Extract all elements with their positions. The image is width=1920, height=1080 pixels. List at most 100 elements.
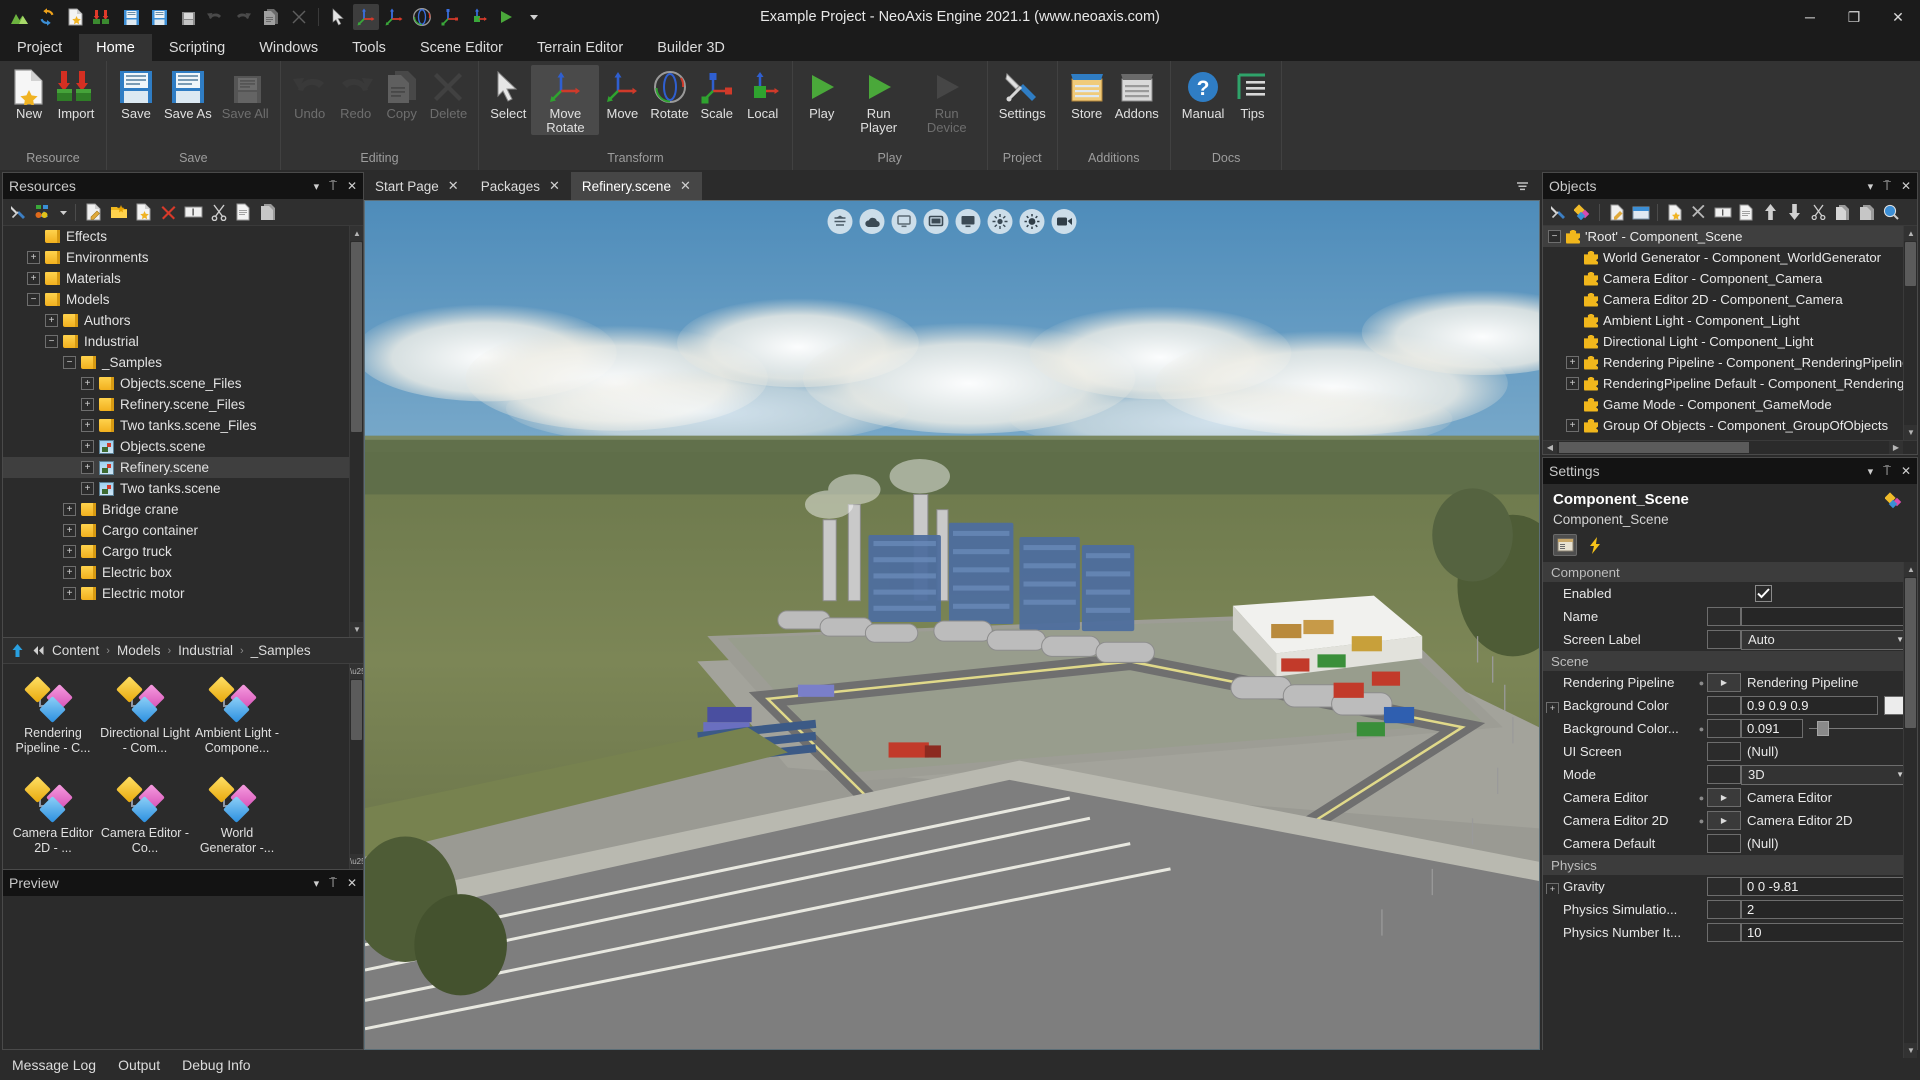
expand-icon[interactable]: +: [27, 272, 40, 285]
scene-viewport[interactable]: [364, 200, 1540, 1050]
ribbon-button-rotate[interactable]: Rotate: [645, 65, 693, 121]
save-all-icon[interactable]: [174, 4, 200, 30]
object-tree-item[interactable]: Camera Editor 2D - Component_Camera: [1543, 289, 1917, 310]
object-tree-item[interactable]: + Rendering Pipeline - Component_Renderin…: [1543, 352, 1917, 373]
document-tab-close-icon[interactable]: ✕: [448, 178, 459, 194]
collapse-icon[interactable]: −: [63, 356, 76, 369]
property-reference-button[interactable]: ▶: [1707, 811, 1741, 830]
new-resource-icon[interactable]: [1663, 201, 1686, 223]
rename-icon[interactable]: [1711, 201, 1734, 223]
objects-tree[interactable]: − 'Root' - Component_Scene World Generator…: [1543, 226, 1917, 454]
ribbon-button-save-as[interactable]: Save As: [159, 65, 217, 121]
move-rotate-gizmo-icon[interactable]: [353, 4, 379, 30]
scale-gizmo-icon[interactable]: [437, 4, 463, 30]
ribbon-button-scale[interactable]: Scale: [694, 65, 740, 121]
resource-tree-item[interactable]: + Two tanks.scene: [3, 478, 363, 499]
cut-scissors-icon[interactable]: [1807, 201, 1830, 223]
copy-icon[interactable]: [1735, 201, 1758, 223]
move-down-icon[interactable]: [1783, 201, 1806, 223]
ribbon-button-store[interactable]: Store: [1064, 65, 1110, 121]
new-window-icon[interactable]: [1629, 201, 1652, 223]
panel-pin-button[interactable]: ⍑: [329, 178, 337, 194]
property-slot[interactable]: [1707, 923, 1741, 942]
expand-icon[interactable]: +: [63, 503, 76, 516]
property-slot[interactable]: [1707, 719, 1741, 738]
ribbon-tab-terrain-editor[interactable]: Terrain Editor: [520, 34, 640, 61]
expand-icon[interactable]: +: [27, 251, 40, 264]
property-combobox[interactable]: Auto ▼: [1741, 629, 1911, 650]
resources-tree-scrollbar[interactable]: ▲ ▼: [349, 226, 363, 637]
resource-tree-item[interactable]: + Cargo truck: [3, 541, 363, 562]
resource-tree-item[interactable]: + Cargo container: [3, 520, 363, 541]
preview-viewport[interactable]: [3, 896, 363, 1049]
resources-tree[interactable]: Effects + Environments + Materials − Models + Au…: [3, 226, 363, 637]
expand-icon[interactable]: +: [63, 524, 76, 537]
cut-scissors-icon[interactable]: [207, 201, 230, 223]
ribbon-button-play[interactable]: Play: [799, 65, 845, 121]
properties-icon[interactable]: [1553, 534, 1577, 556]
resource-tree-item[interactable]: + Refinery.scene_Files: [3, 394, 363, 415]
duplicate-icon[interactable]: [1831, 201, 1854, 223]
monitor-small-icon[interactable]: [891, 209, 917, 234]
scroll-up-arrow[interactable]: ▲: [350, 226, 363, 241]
property-text-field[interactable]: 0.9 0.9 0.9: [1741, 696, 1878, 715]
panel-close-button[interactable]: ✕: [1901, 179, 1911, 193]
wrench-icon[interactable]: [1547, 201, 1570, 223]
ribbon-button-settings[interactable]: Settings: [994, 65, 1051, 121]
search-globe-icon[interactable]: [1879, 201, 1902, 223]
breadcrumb-item[interactable]: _Samples: [251, 643, 311, 658]
scroll-down-arrow[interactable]: ▼: [1904, 425, 1917, 440]
scroll-thumb[interactable]: [351, 242, 362, 432]
document-tab-refinery-scene[interactable]: Refinery.scene ✕: [570, 172, 702, 200]
panel-pin-button[interactable]: ⍑: [329, 875, 337, 891]
document-tab-close-icon[interactable]: ✕: [549, 178, 560, 194]
wrench-icon[interactable]: [7, 201, 30, 223]
minimize-button[interactable]: ─: [1788, 0, 1832, 34]
resource-tree-item[interactable]: + Refinery.scene: [3, 457, 363, 478]
maximize-button[interactable]: ❐: [1832, 0, 1876, 34]
expand-icon[interactable]: +: [81, 377, 94, 390]
ribbon-tab-home[interactable]: Home: [79, 34, 152, 61]
properties-list[interactable]: Component Enabled Name Screen Label Auto ▼ Sce…: [1543, 562, 1917, 1058]
overflow-icon[interactable]: [521, 4, 547, 30]
rename-icon[interactable]: [182, 201, 205, 223]
document-tab-packages[interactable]: Packages ✕: [470, 172, 571, 200]
breadcrumb-item[interactable]: Models: [117, 643, 161, 658]
properties-scrollbar[interactable]: ▲ ▼: [1903, 562, 1917, 1058]
display-icon[interactable]: [955, 209, 981, 234]
panel-close-button[interactable]: ✕: [347, 876, 357, 890]
resource-tree-item[interactable]: + Two tanks.scene_Files: [3, 415, 363, 436]
property-reference-button[interactable]: ▶: [1707, 673, 1741, 692]
panel-pin-button[interactable]: ⍑: [1883, 463, 1891, 479]
panel-pin-button[interactable]: ⍑: [1883, 178, 1891, 194]
scroll-up-arrow[interactable]: ▲: [1904, 562, 1917, 577]
status-bar-item-message-log[interactable]: Message Log: [12, 1057, 96, 1073]
property-text-field[interactable]: 0.091: [1741, 719, 1803, 738]
property-slot[interactable]: [1707, 696, 1741, 715]
save-icon[interactable]: [118, 4, 144, 30]
scroll-thumb[interactable]: [351, 680, 362, 740]
property-slot[interactable]: [1707, 877, 1741, 896]
ribbon-tab-scene-editor[interactable]: Scene Editor: [403, 34, 520, 61]
delete-x-icon[interactable]: [1687, 201, 1710, 223]
asset-thumbnail[interactable]: Ambient Light - Compone...: [191, 670, 283, 770]
asset-grid-scrollbar[interactable]: \u25b2 \u25bc: [349, 664, 363, 869]
ribbon-button-move-rotate[interactable]: Move Rotate: [531, 65, 600, 135]
resource-tree-item[interactable]: − Industrial: [3, 331, 363, 352]
ribbon-tab-builder-3d[interactable]: Builder 3D: [640, 34, 742, 61]
resource-tree-item[interactable]: − _Samples: [3, 352, 363, 373]
resource-tree-item[interactable]: + Materials: [3, 268, 363, 289]
sun-bright-icon[interactable]: [1019, 209, 1045, 234]
asset-thumbnail[interactable]: Camera Editor 2D - ...: [7, 770, 99, 869]
objects-tree-hscrollbar[interactable]: ◀ ▶: [1543, 440, 1917, 454]
property-slot[interactable]: [1707, 765, 1741, 784]
scroll-thumb-h[interactable]: [1559, 442, 1749, 453]
object-tree-item[interactable]: Ambient Light - Component_Light: [1543, 310, 1917, 331]
close-button[interactable]: ✕: [1876, 0, 1920, 34]
object-tree-item[interactable]: − 'Root' - Component_Scene: [1543, 226, 1917, 247]
expand-icon[interactable]: +: [81, 482, 94, 495]
resource-tree-item[interactable]: Effects: [3, 226, 363, 247]
object-tree-item[interactable]: Game Mode - Component_GameMode: [1543, 394, 1917, 415]
expand-icon[interactable]: +: [1566, 419, 1579, 432]
edit-document-icon[interactable]: [82, 201, 105, 223]
